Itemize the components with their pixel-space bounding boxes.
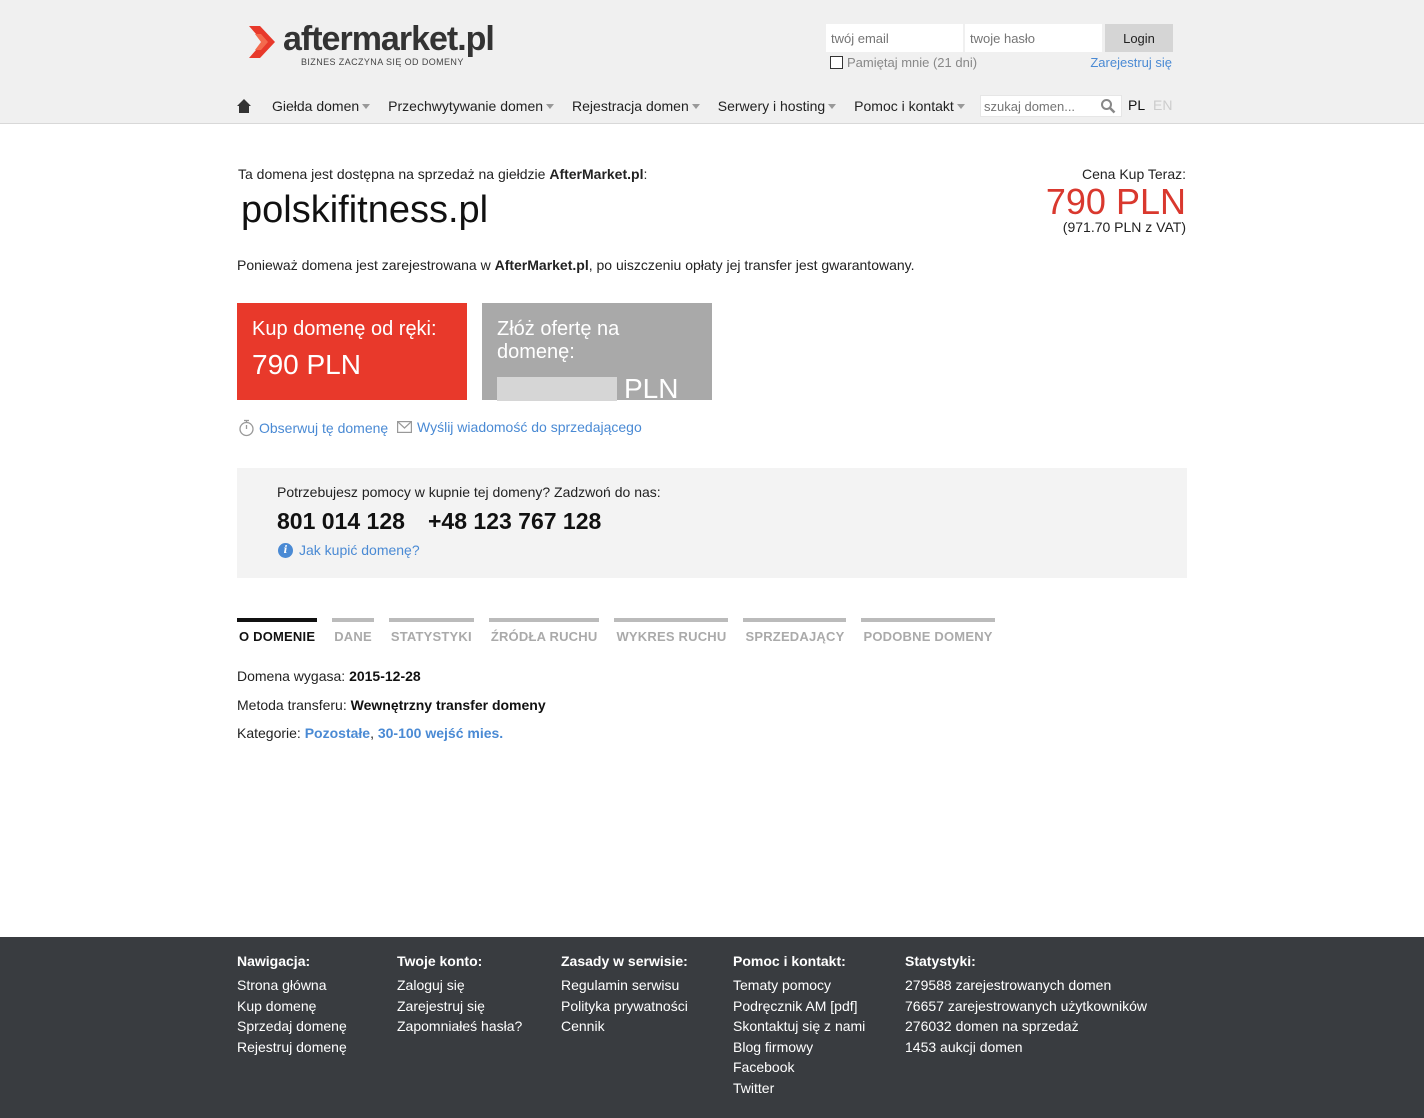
footer-link-login[interactable]: Zaloguj się bbox=[397, 975, 522, 996]
tab-sprzedajacy[interactable]: SPRZEDAJĄCY bbox=[743, 618, 847, 644]
offer-amount-input[interactable] bbox=[497, 377, 617, 401]
tab-podobne-domeny[interactable]: PODOBNE DOMENY bbox=[861, 618, 995, 644]
buy-now-title: Kup domenę od ręki: bbox=[252, 318, 437, 340]
expires-line: Domena wygasa: 2015-12-28 bbox=[237, 668, 421, 684]
how-to-buy-link[interactable]: i Jak kupić domenę? bbox=[278, 542, 420, 558]
expires-value: 2015-12-28 bbox=[349, 668, 421, 684]
chevron-down-icon bbox=[956, 103, 965, 109]
chevron-down-icon bbox=[362, 103, 371, 109]
logo-text: aftermarket.pl bbox=[283, 20, 495, 58]
nav-item-rejestracja[interactable]: Rejestracja domen bbox=[572, 98, 700, 114]
help-question: Potrzebujesz pomocy w kupnie tej domeny?… bbox=[277, 484, 661, 500]
nav-item-pomoc[interactable]: Pomoc i kontakt bbox=[854, 98, 965, 114]
message-seller-link[interactable]: Wyślij wiadomość do sprzedającego bbox=[397, 419, 642, 435]
login-button[interactable]: Login bbox=[1105, 24, 1173, 52]
footer-link-home[interactable]: Strona główna bbox=[237, 975, 347, 996]
lang-en-link[interactable]: EN bbox=[1153, 97, 1172, 113]
envelope-icon bbox=[397, 421, 412, 433]
footer-nav-column: Nawigacja: Strona główna Kup domenę Sprz… bbox=[237, 953, 347, 1057]
tab-dane[interactable]: DANE bbox=[332, 618, 374, 644]
footer-rules-title: Zasady w serwisie: bbox=[561, 953, 688, 969]
price-label: Cena Kup Teraz: bbox=[1081, 166, 1186, 182]
tab-statystyki[interactable]: STATYSTYKI bbox=[388, 618, 474, 644]
logo-tagline: BIZNES ZACZYNA SIĘ OD DOMENY bbox=[301, 57, 464, 67]
help-box: Potrzebujesz pomocy w kupnie tej domeny?… bbox=[237, 468, 1187, 578]
footer: Nawigacja: Strona główna Kup domenę Sprz… bbox=[0, 937, 1424, 1118]
tab-wykres-ruchu[interactable]: WYKRES RUCHU bbox=[614, 618, 729, 644]
remember-me[interactable]: Pamiętaj mnie (21 dni) bbox=[830, 55, 977, 70]
stat-domains-for-sale: 276032 domen na sprzedaż bbox=[905, 1018, 1079, 1035]
make-offer-box: Złóż ofertę na domenę: PLN bbox=[482, 303, 712, 404]
footer-link-pricing[interactable]: Cennik bbox=[561, 1016, 688, 1037]
footer-stats-title: Statystyki: bbox=[905, 953, 976, 969]
stat-registered-users: 76657 zarejestrowanych użytkowników bbox=[905, 997, 1148, 1014]
footer-link-blog[interactable]: Blog firmowy bbox=[733, 1037, 865, 1058]
footer-link-twitter[interactable]: Twitter bbox=[733, 1078, 865, 1099]
nav-item-gielda[interactable]: Giełda domen bbox=[272, 98, 371, 114]
domain-name: polskifitness.pl bbox=[241, 189, 489, 231]
transfer-method-value: Wewnętrzny transfer domeny bbox=[350, 697, 546, 713]
remember-checkbox[interactable] bbox=[830, 56, 843, 69]
tab-zrodla-ruchu[interactable]: ŹRÓDŁA RUCHU bbox=[488, 618, 600, 644]
footer-nav-title: Nawigacja: bbox=[237, 953, 311, 969]
price-vat: (971.70 PLN z VAT) bbox=[1062, 219, 1186, 235]
stopwatch-icon bbox=[239, 419, 254, 437]
footer-link-facebook[interactable]: Facebook bbox=[733, 1057, 865, 1078]
logo-arrow-icon bbox=[249, 26, 275, 58]
stat-domain-auctions: 1453 aukcji domen bbox=[905, 1038, 1023, 1055]
price-value: 790 PLN bbox=[1045, 181, 1186, 222]
header: aftermarket.pl BIZNES ZACZYNA SIĘ OD DOM… bbox=[0, 0, 1424, 124]
password-field[interactable] bbox=[965, 24, 1102, 52]
lang-pl-link[interactable]: PL bbox=[1128, 97, 1145, 113]
footer-stats-column: Statystyki: 279588 zarejestrowanych dome… bbox=[905, 953, 1147, 1057]
footer-link-sell[interactable]: Sprzedaj domenę bbox=[237, 1016, 347, 1037]
make-offer-title: Złóż ofertę na domenę: bbox=[497, 318, 620, 363]
register-link[interactable]: Zarejestruj się bbox=[1090, 55, 1172, 70]
footer-link-signup[interactable]: Zarejestruj się bbox=[397, 996, 522, 1017]
chevron-down-icon bbox=[546, 103, 555, 109]
categories-line: Kategorie: Pozostałe, 30-100 wejść mies. bbox=[237, 725, 504, 741]
footer-link-contact[interactable]: Skontaktuj się z nami bbox=[733, 1016, 865, 1037]
footer-link-forgot-password[interactable]: Zapomniałeś hasła? bbox=[397, 1016, 522, 1037]
main-nav: Giełda domen Przechwytywanie domen Rejes… bbox=[236, 95, 983, 117]
buy-now-button[interactable]: Kup domenę od ręki: 790 PLN bbox=[237, 303, 467, 400]
remember-label: Pamiętaj mnie (21 dni) bbox=[847, 55, 978, 70]
footer-link-manual[interactable]: Podręcznik AM [pdf] bbox=[733, 996, 865, 1017]
category-link-traffic[interactable]: 30-100 wejść mies. bbox=[378, 725, 503, 741]
footer-link-terms[interactable]: Regulamin serwisu bbox=[561, 975, 688, 996]
transfer-note: Ponieważ domena jest zarejestrowana w Af… bbox=[237, 257, 915, 273]
nav-item-serwery[interactable]: Serwery i hosting bbox=[718, 98, 837, 114]
home-icon[interactable] bbox=[236, 98, 252, 114]
domain-tabs: O DOMENIE DANE STATYSTYKI ŹRÓDŁA RUCHU W… bbox=[237, 618, 1010, 644]
stat-registered-domains: 279588 zarejestrowanych domen bbox=[905, 977, 1112, 993]
footer-link-privacy[interactable]: Polityka prywatności bbox=[561, 996, 688, 1017]
footer-account-title: Twoje konto: bbox=[397, 953, 483, 969]
phone-number-1: 801 014 128 bbox=[277, 508, 405, 534]
tab-o-domenie[interactable]: O DOMENIE bbox=[237, 618, 318, 644]
footer-link-help-topics[interactable]: Tematy pomocy bbox=[733, 975, 865, 996]
footer-rules-column: Zasady w serwisie: Regulamin serwisu Pol… bbox=[561, 953, 688, 1037]
footer-link-buy[interactable]: Kup domenę bbox=[237, 996, 347, 1017]
phone-number-2: +48 123 767 128 bbox=[428, 508, 602, 534]
logo[interactable]: aftermarket.pl BIZNES ZACZYNA SIĘ OD DOM… bbox=[249, 20, 495, 72]
nav-item-przechwytywanie[interactable]: Przechwytywanie domen bbox=[388, 98, 555, 114]
chevron-down-icon bbox=[828, 103, 837, 109]
footer-link-register-domain[interactable]: Rejestruj domenę bbox=[237, 1037, 347, 1058]
info-icon: i bbox=[278, 542, 293, 558]
buy-now-price: 790 PLN bbox=[252, 349, 361, 380]
footer-account-column: Twoje konto: Zaloguj się Zarejestruj się… bbox=[397, 953, 522, 1037]
footer-help-title: Pomoc i kontakt: bbox=[733, 953, 846, 969]
transfer-method-line: Metoda transferu: Wewnętrzny transfer do… bbox=[237, 697, 546, 713]
footer-help-column: Pomoc i kontakt: Tematy pomocy Podręczni… bbox=[733, 953, 865, 1099]
offer-currency: PLN bbox=[624, 373, 679, 404]
email-field[interactable] bbox=[826, 24, 963, 52]
chevron-down-icon bbox=[691, 103, 700, 109]
availability-text: Ta domena jest dostępna na sprzedaż na g… bbox=[238, 166, 648, 182]
watch-domain-link[interactable]: Obserwuj tę domenę bbox=[238, 419, 388, 437]
search-icon[interactable] bbox=[1100, 98, 1116, 114]
category-link-pozostale[interactable]: Pozostałe bbox=[305, 725, 370, 741]
